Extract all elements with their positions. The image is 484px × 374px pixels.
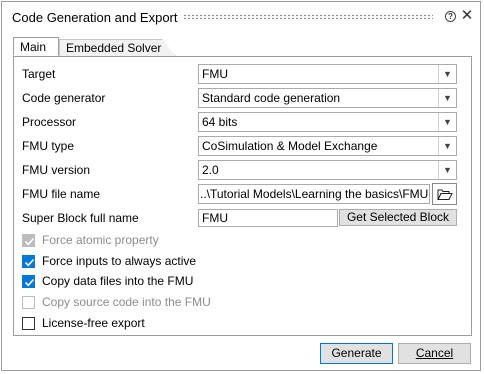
get-selected-block-button[interactable]: Get Selected Block [339,209,457,226]
title-bar[interactable]: Code Generation and Export ? ✕ [2,2,480,32]
close-button[interactable]: ✕ [459,8,475,24]
checkmark-icon [24,237,35,246]
fmu-type-value: CoSimulation & Model Exchange [202,139,378,153]
license-free-label: License-free export [42,316,145,330]
code-generator-select[interactable]: Standard code generation ▼ [198,88,457,108]
fmu-type-select[interactable]: CoSimulation & Model Exchange ▼ [198,136,457,156]
chevron-down-icon[interactable]: ▼ [438,161,456,179]
chevron-down-icon[interactable]: ▼ [438,137,456,155]
force-inputs-label: Force inputs to always active [42,254,197,268]
fmu-version-value: 2.0 [202,163,219,177]
target-value: FMU [202,67,228,81]
fmu-type-label: FMU type [22,139,75,153]
fmu-version-select[interactable]: 2.0 ▼ [198,160,457,180]
help-button[interactable]: ? [443,8,459,24]
license-free-checkbox[interactable] [22,317,35,330]
target-label: Target [22,67,56,81]
dialog-title: Code Generation and Export [12,10,178,25]
force-inputs-checkbox[interactable] [22,255,35,268]
code-generation-dialog: Code Generation and Export ? ✕ Main Embe… [1,1,481,371]
processor-value: 64 bits [202,115,238,129]
tab-main[interactable]: Main [13,37,59,56]
fmu-file-name-label: FMU file name [22,187,101,201]
target-select[interactable]: FMU ▼ [198,64,457,84]
copy-data-files-label: Copy data files into the FMU [42,274,194,288]
folder-open-icon [437,189,453,200]
tab-embedded-solver[interactable]: Embedded Solver [59,39,176,56]
generate-button[interactable]: Generate [320,343,393,364]
copy-source-code-label: Copy source code into the FMU [42,295,211,309]
force-atomic-checkbox[interactable] [22,234,35,247]
super-block-label: Super Block full name [22,211,139,225]
chevron-down-icon[interactable]: ▼ [438,65,456,83]
processor-label: Processor [22,115,77,129]
super-block-input[interactable]: FMU [198,209,338,227]
fmu-file-name-input[interactable]: ..\Tutorial Models\Learning the basics\F… [198,184,430,204]
checkmark-icon [24,258,35,267]
chevron-down-icon[interactable]: ▼ [438,113,456,131]
close-icon: ✕ [460,7,474,24]
code-generator-value: Standard code generation [202,91,341,105]
checkmark-icon [24,278,35,287]
drag-grip[interactable] [183,14,433,20]
copy-source-code-checkbox[interactable] [22,296,35,309]
chevron-down-icon[interactable]: ▼ [438,89,456,107]
code-generator-label: Code generator [22,91,106,105]
fmu-version-label: FMU version [22,163,91,177]
copy-data-files-checkbox[interactable] [22,275,35,288]
fmu-file-name-value: ..\Tutorial Models\Learning the basics\F… [200,187,430,201]
cancel-button[interactable]: Cancel [398,343,471,364]
browse-button[interactable] [432,183,457,205]
force-atomic-label: Force atomic property [42,233,159,247]
processor-select[interactable]: 64 bits ▼ [198,112,457,132]
question-circle-icon: ? [445,11,456,22]
super-block-value: FMU [202,211,228,225]
